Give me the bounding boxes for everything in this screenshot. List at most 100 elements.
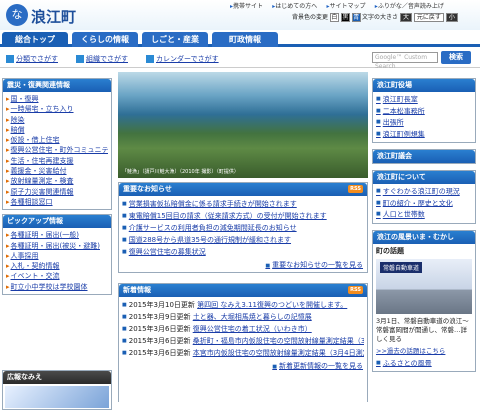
first-time-link[interactable]: はじめての方へ [272, 1, 317, 10]
disaster-link[interactable]: 復興公営住宅・町外コミュニティ [6, 145, 108, 155]
about-link[interactable]: 町の紹介・歴史と文化 [376, 198, 472, 210]
update-date: 2015年3月6日更新 [128, 325, 191, 333]
important-item-link[interactable]: 営業損害仮払賠償金に係る請求手続きが開始されます [129, 200, 297, 208]
tab-work[interactable]: しごと・産業 [142, 32, 208, 47]
scenery-footer-link[interactable]: ふるさとの風景 [376, 358, 472, 370]
scenery-photo-label: 常磐自動車道 [380, 261, 423, 273]
update-date: 2015年3月10日更新 [128, 301, 195, 309]
koho-box: 広報なみえ [2, 370, 112, 410]
pickup-link[interactable]: 各種証明・届出(被災・避難) [6, 241, 108, 251]
important-item[interactable]: 営業損害仮払賠償金に係る請求手続きが開始されます [122, 198, 364, 210]
category-icon [6, 55, 14, 63]
disaster-info-title: 震災・復興関連情報 [3, 79, 111, 92]
pickup-link[interactable]: 人事採用 [6, 251, 108, 261]
koho-title[interactable]: 広報なみえ [3, 371, 111, 384]
font-large-button[interactable]: 大 [399, 13, 412, 22]
about-link[interactable]: すぐわかる浪江町の現況 [376, 186, 472, 198]
calendar-search-label: カレンダーでさがす [156, 55, 219, 63]
bg-white-button[interactable]: 白 [329, 13, 339, 22]
scenery-box: 浪江の風景いま・むかし 町の話題 常磐自動車道 3月1日、常磐自動車道の浪江～常… [372, 229, 476, 372]
update-link[interactable]: 復興公営住宅の着工状況（いわき市） [193, 325, 312, 333]
pickup-link[interactable]: 入札・契約情報 [6, 261, 108, 271]
updates-more-link[interactable]: 新着更新情報の一覧を見る [272, 362, 363, 370]
office-title[interactable]: 浪江町役場 [373, 79, 475, 92]
mobile-site-link[interactable]: 携帯サイト [230, 1, 263, 10]
important-item[interactable]: 復興公営住宅の募集状況 [122, 246, 364, 258]
council-box: 浪江町議会 [372, 149, 476, 164]
disaster-link[interactable]: 一時帰宅・立ち入り [6, 104, 108, 114]
search-input[interactable]: Google™ Custom Search [372, 52, 438, 70]
disaster-link[interactable]: 義援金・災害給付 [6, 166, 108, 176]
pickup-link[interactable]: 各種証明・届出(一般) [6, 230, 108, 240]
updates-box: 新着情報 RSS 2015年3月10日更新 第四回 なみえ3.11復興のつどいを開… [118, 283, 368, 402]
scenery-title[interactable]: 浪江の風景いま・むかし [373, 230, 475, 244]
bg-black-button[interactable]: 黒 [340, 13, 350, 22]
right-column: 浪江町役場 浪江町長室 二本松事務所 出張所 浪江町例規集 浪江町議会 浪江町に… [372, 78, 476, 378]
important-more-link[interactable]: 重要なお知らせの一覧を見る [265, 261, 363, 269]
pickup-link[interactable]: 町立小中学校は学校園体 [6, 282, 108, 292]
rss-icon[interactable]: RSS [348, 286, 363, 294]
update-link[interactable]: 土と器、大堀相馬焼と暮らしの記憶展 [193, 313, 312, 321]
bg-blue-button[interactable]: 青 [351, 13, 361, 22]
updates-heading: 新着情報 [123, 286, 151, 294]
office-link[interactable]: 出張所 [376, 117, 472, 129]
council-title[interactable]: 浪江町議会 [373, 150, 475, 163]
disaster-link[interactable]: 各種相談窓口 [6, 197, 108, 207]
scenery-text: 3月1日、常磐自動車道の浪江～常磐富岡間が開通し、常磐…詳しく見る [376, 316, 469, 343]
update-link[interactable]: 桑折町・福島市内仮設住宅の空間放射線量測定結果（3月5日測定） [193, 337, 364, 345]
scenery-sub: 町の話題 [376, 246, 404, 255]
update-link[interactable]: 本宮市内仮設住宅の空間放射線量測定結果（3月4日測定） [193, 349, 364, 357]
font-reset-button[interactable]: 元に戻す [413, 13, 444, 22]
disaster-link[interactable]: 原子力災害関連情報 [6, 187, 108, 197]
office-link[interactable]: 浪江町長室 [376, 94, 472, 106]
org-icon [76, 55, 84, 63]
about-link[interactable]: 人口と世帯数 [376, 209, 472, 221]
important-item[interactable]: 東電賠償15回目の請求（従来請求方式）の受付が開始されます [122, 210, 364, 222]
disaster-link[interactable]: 生活・住宅再建支援 [6, 156, 108, 166]
disaster-link[interactable]: 国・復興 [6, 94, 108, 104]
category-search-link[interactable]: 分類でさがす [6, 54, 58, 64]
disaster-link[interactable]: 仮設・借上住宅 [6, 135, 108, 145]
important-item-link[interactable]: 東電賠償15回目の請求（従来請求方式）の受付が開始されます [129, 212, 327, 220]
calendar-search-link[interactable]: カレンダーでさがす [146, 54, 219, 64]
category-search-label: 分類でさがす [16, 55, 58, 63]
update-date: 2015年3月9日更新 [128, 313, 191, 321]
town-logo[interactable]: な [6, 4, 28, 26]
site-title[interactable]: 浪江町 [31, 6, 76, 27]
font-small-button[interactable]: 小 [445, 13, 458, 22]
about-title[interactable]: 浪江町について [373, 171, 475, 184]
scenery-past-link[interactable]: >>過去の話題はこちら [373, 344, 475, 356]
tab-life[interactable]: くらしの情報 [72, 32, 138, 47]
koho-cover-image[interactable] [5, 386, 109, 408]
tab-top[interactable]: 総合トップ [2, 32, 68, 47]
updates-title: 新着情報 RSS [119, 284, 367, 297]
important-item[interactable]: 国道288号から県道35号の通行規制が緩和されます [122, 234, 364, 246]
update-link[interactable]: 第四回 なみえ3.11復興のつどいを開催します。 [197, 301, 347, 309]
tab-govt[interactable]: 町政情報 [212, 32, 278, 47]
pickup-box: ピックアップ情報 各種証明・届出(一般) 各種証明・届出(被災・避難) 人事採用… [2, 214, 112, 296]
org-search-link[interactable]: 組織でさがす [76, 54, 128, 64]
disaster-link[interactable]: 賠償 [6, 125, 108, 135]
utility-links: 携帯サイト はじめての方へ サイトマップ ふりがな／音声読み上げ [230, 1, 451, 10]
important-news-heading: 重要なお知らせ [123, 185, 172, 193]
rss-icon[interactable]: RSS [348, 185, 363, 193]
scenery-photo[interactable]: 常磐自動車道 [376, 258, 472, 314]
search-button[interactable]: 検索 [441, 51, 471, 64]
update-date: 2015年3月6日更新 [128, 337, 191, 345]
important-item-link[interactable]: 国道288号から県道35号の通行規制が緩和されます [129, 236, 291, 244]
hero-caption: 「鮭漁」（請戸川鮭大漁）（2010年 撮影）（町提供） [122, 169, 239, 175]
sitemap-link[interactable]: サイトマップ [327, 1, 366, 10]
disaster-link[interactable]: 除染 [6, 115, 108, 125]
important-news-title: 重要なお知らせ RSS [119, 183, 367, 196]
main-nav: 総合トップ くらしの情報 しごと・産業 町政情報 [0, 31, 480, 47]
important-item[interactable]: 介護サービスの利用者負担の減免期間延長のお知らせ [122, 222, 364, 234]
office-link[interactable]: 二本松事務所 [376, 106, 472, 118]
important-item-link[interactable]: 復興公営住宅の募集状況 [129, 248, 206, 256]
pickup-link[interactable]: イベント・交流 [6, 271, 108, 281]
update-item: 2015年3月6日更新 桑折町・福島市内仮設住宅の空間放射線量測定結果（3月5日… [122, 335, 364, 347]
site-header: な 浪江町 携帯サイト はじめての方へ サイトマップ ふりがな／音声読み上げ 背… [0, 0, 480, 30]
important-item-link[interactable]: 介護サービスの利用者負担の減免期間延長のお知らせ [129, 224, 297, 232]
furigana-link[interactable]: ふりがな／音声読み上げ [375, 1, 444, 10]
disaster-link[interactable]: 放射線量測定・検査 [6, 176, 108, 186]
office-link[interactable]: 浪江町例規集 [376, 129, 472, 141]
